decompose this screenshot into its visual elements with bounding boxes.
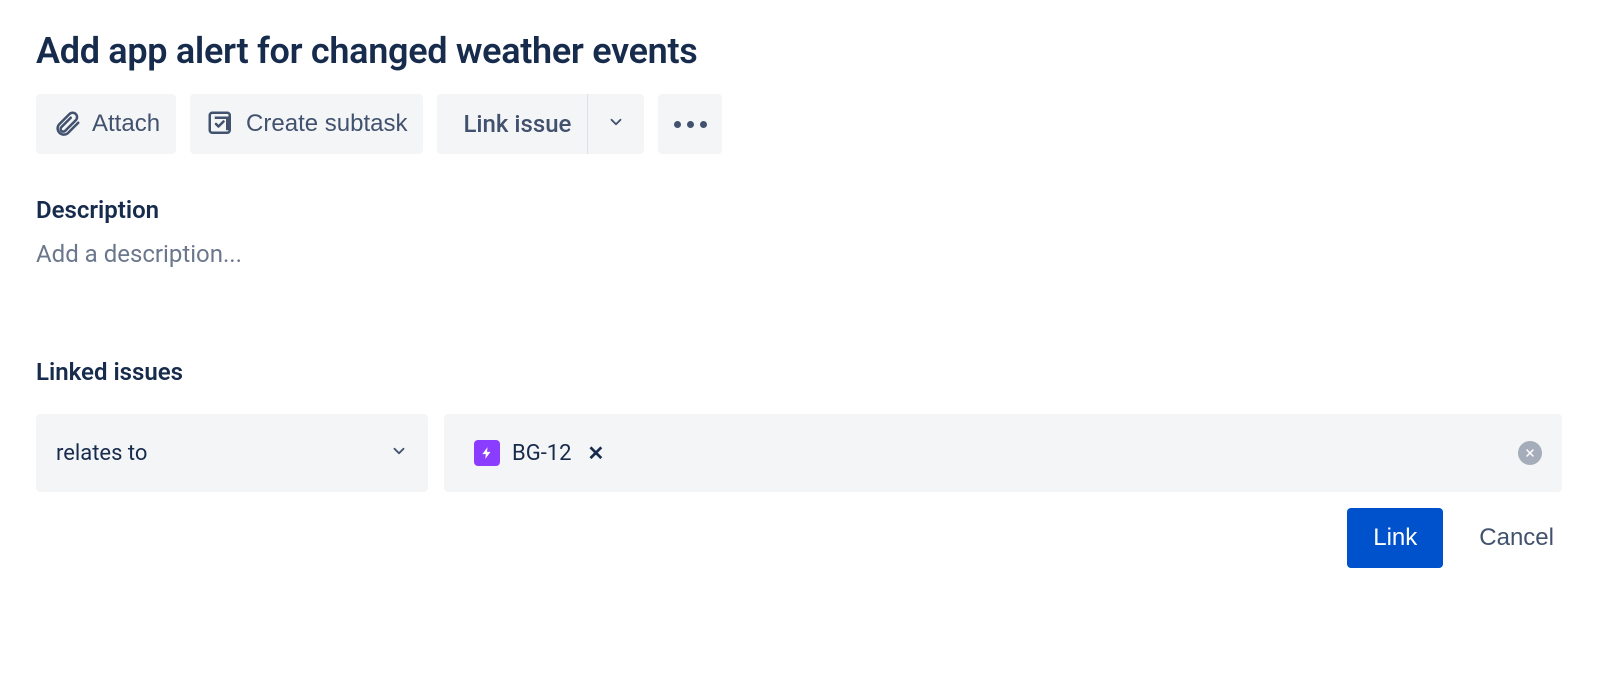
link-button[interactable]: Link [1347,508,1443,568]
chevron-down-icon [390,441,408,466]
attach-label: Attach [92,110,160,138]
remove-issue-button[interactable]: ✕ [588,441,605,465]
link-issue-dropdown[interactable] [588,94,644,154]
link-relationship-value: relates to [56,441,147,466]
chevron-down-icon [607,113,625,135]
description-label: Description [36,196,1562,224]
link-issue-button[interactable]: Link issue [437,94,588,154]
link-issue-split-button: Link issue [437,94,644,154]
linked-issue-input[interactable]: BG-12 ✕ [444,414,1562,492]
footer-actions: Link Cancel [36,508,1562,568]
linked-issues-label: Linked issues [36,358,1562,386]
subtask-icon [206,109,236,139]
create-subtask-label: Create subtask [246,110,407,138]
issue-title[interactable]: Add app alert for changed weather events [36,30,1562,72]
link-relationship-select[interactable]: relates to [36,414,428,492]
linked-issues-row: relates to BG-12 ✕ [36,414,1562,492]
epic-icon [474,440,500,466]
create-subtask-button[interactable]: Create subtask [190,94,423,154]
attachment-icon [52,109,82,139]
attach-button[interactable]: Attach [36,94,176,154]
issue-key: BG-12 [512,441,572,466]
description-input[interactable]: Add a description... [36,240,1562,268]
more-icon [674,121,707,128]
clear-input-button[interactable] [1518,441,1542,465]
action-bar: Attach Create subtask Link issue [36,94,1562,154]
more-actions-button[interactable] [658,94,722,154]
link-issue-label: Link issue [463,110,571,138]
cancel-button[interactable]: Cancel [1471,508,1562,568]
